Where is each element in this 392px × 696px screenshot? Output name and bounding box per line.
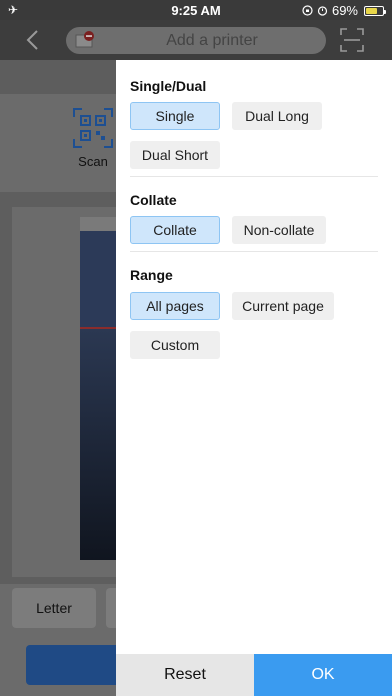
section-title-single-dual: Single/Dual xyxy=(130,78,207,94)
reset-button[interactable]: Reset xyxy=(116,654,254,696)
scan-frame-icon[interactable] xyxy=(340,28,364,52)
option-dual-short[interactable]: Dual Short xyxy=(130,141,220,169)
lock-rotation-icon xyxy=(302,5,313,16)
alarm-icon xyxy=(317,6,328,16)
section-title-range: Range xyxy=(130,267,173,283)
print-button[interactable] xyxy=(26,645,116,685)
section-title-collate: Collate xyxy=(130,192,177,208)
divider xyxy=(130,251,378,252)
option-collate[interactable]: Collate xyxy=(130,216,220,244)
divider xyxy=(130,176,378,177)
ok-button[interactable]: OK xyxy=(254,654,392,696)
status-bar: ✈ 9:25 AM 69% xyxy=(0,0,392,20)
scan-label: Scan xyxy=(78,154,108,169)
nav-bar: Add a printer xyxy=(0,20,392,60)
battery-charging-icon xyxy=(364,5,386,16)
back-icon[interactable] xyxy=(22,28,46,52)
scan-tile[interactable]: Scan xyxy=(70,108,116,169)
drawer-footer: Reset OK xyxy=(116,654,392,696)
option-current-page[interactable]: Current page xyxy=(232,292,334,320)
option-dual-long[interactable]: Dual Long xyxy=(232,102,322,130)
status-right: 69% xyxy=(302,3,386,18)
paper-size-button[interactable]: Letter xyxy=(12,588,96,628)
secondary-option-button[interactable] xyxy=(106,588,116,628)
add-printer-search[interactable]: Add a printer xyxy=(66,27,326,54)
search-placeholder: Add a printer xyxy=(166,32,258,49)
option-custom[interactable]: Custom xyxy=(130,331,220,359)
option-all-pages[interactable]: All pages xyxy=(130,292,220,320)
print-settings-drawer: Single/Dual Single Dual Long Dual Short … xyxy=(116,60,392,696)
battery-percent: 69% xyxy=(331,3,358,18)
option-single[interactable]: Single xyxy=(130,102,220,130)
document-preview-image xyxy=(80,217,120,560)
option-non-collate[interactable]: Non-collate xyxy=(232,216,326,244)
qr-code-icon xyxy=(73,108,113,148)
